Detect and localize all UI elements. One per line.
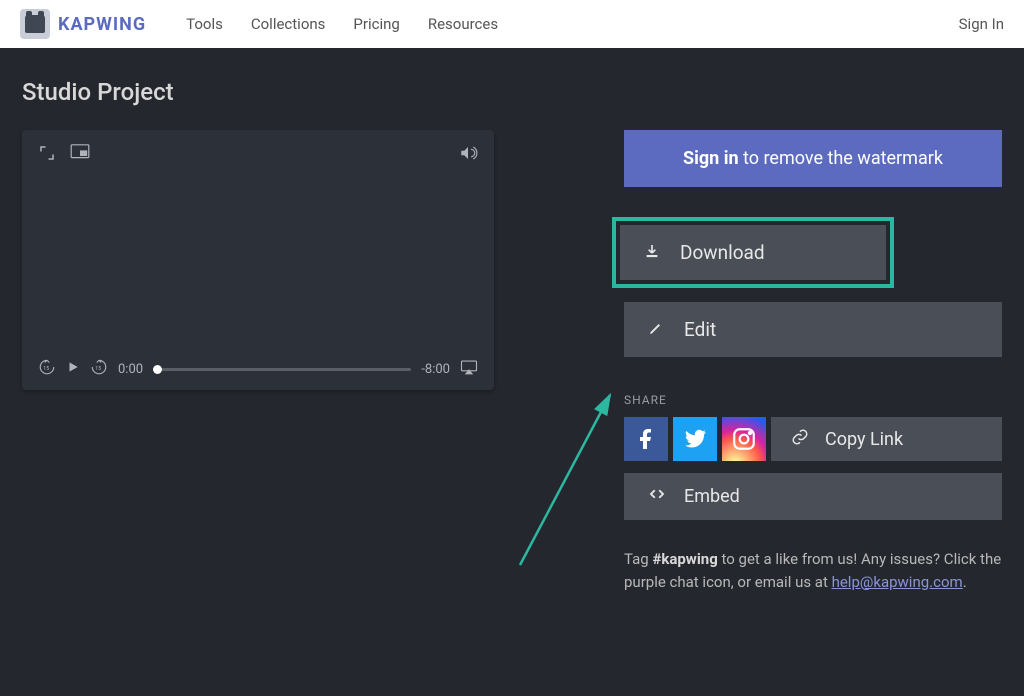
embed-label: Embed: [684, 486, 740, 507]
actions-column: Sign in to remove the watermark Download…: [624, 130, 1002, 593]
brand-logo[interactable]: KAPWING: [20, 9, 146, 39]
fullscreen-icon[interactable]: [38, 144, 56, 166]
current-time: 0:00: [118, 362, 143, 377]
facebook-share-button[interactable]: [624, 417, 668, 461]
nav-resources[interactable]: Resources: [428, 15, 498, 33]
player-controls: 15 15 0:00 -8:00: [22, 348, 494, 390]
signin-banner[interactable]: Sign in to remove the watermark: [624, 130, 1002, 187]
play-icon[interactable]: [66, 360, 80, 378]
video-column: 15 15 0:00 -8:00: [22, 130, 494, 593]
rewind-15-icon[interactable]: 15: [38, 358, 56, 380]
embed-button[interactable]: Embed: [624, 473, 1002, 520]
sign-in-link[interactable]: Sign In: [959, 15, 1004, 33]
hashtag: #kapwing: [652, 550, 717, 568]
video-canvas[interactable]: [22, 180, 494, 348]
help-email-link[interactable]: help@kapwing.com: [832, 573, 963, 591]
svg-text:15: 15: [43, 366, 49, 372]
pencil-icon: [648, 318, 664, 341]
download-button[interactable]: Download: [620, 225, 886, 280]
volume-icon[interactable]: [458, 144, 478, 166]
share-label: SHARE: [624, 393, 1002, 407]
pip-icon[interactable]: [70, 144, 90, 166]
twitter-share-button[interactable]: [673, 417, 717, 461]
remaining-time: -8:00: [421, 362, 450, 377]
annotation-arrow-icon: [510, 375, 630, 575]
edit-button[interactable]: Edit: [624, 302, 1002, 357]
signin-bold-text: Sign in: [683, 148, 739, 169]
footer-text: Tag #kapwing to get a like from us! Any …: [624, 548, 1002, 593]
edit-label: Edit: [684, 318, 716, 341]
nav-tools[interactable]: Tools: [186, 15, 223, 33]
share-row: Copy Link: [624, 417, 1002, 461]
download-label: Download: [680, 241, 765, 264]
nav-pricing[interactable]: Pricing: [353, 15, 399, 33]
nav-collections[interactable]: Collections: [251, 15, 326, 33]
link-icon: [791, 428, 809, 451]
main-nav: Tools Collections Pricing Resources: [186, 15, 498, 33]
download-highlight-box: Download: [612, 217, 894, 288]
copy-link-label: Copy Link: [825, 429, 903, 450]
forward-15-icon[interactable]: 15: [90, 358, 108, 380]
copy-link-button[interactable]: Copy Link: [771, 417, 1002, 461]
download-icon: [644, 241, 660, 264]
video-player: 15 15 0:00 -8:00: [22, 130, 494, 390]
top-header: KAPWING Tools Collections Pricing Resour…: [0, 0, 1024, 48]
instagram-share-button[interactable]: [722, 417, 766, 461]
header-left: KAPWING Tools Collections Pricing Resour…: [20, 9, 498, 39]
progress-handle[interactable]: [153, 365, 162, 374]
brand-name: KAPWING: [58, 14, 146, 35]
progress-bar[interactable]: [153, 368, 411, 371]
code-icon: [648, 485, 666, 508]
svg-text:15: 15: [95, 366, 101, 372]
page-title: Studio Project: [0, 48, 1024, 106]
airplay-icon[interactable]: [460, 359, 478, 379]
logo-mascot-icon: [20, 9, 50, 39]
signin-rest-text: to remove the watermark: [739, 148, 943, 169]
